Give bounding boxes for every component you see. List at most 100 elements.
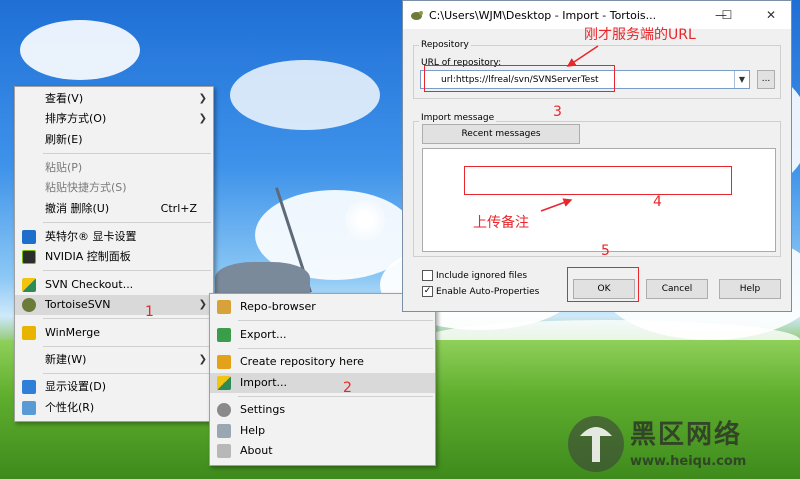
- sun: [345, 200, 385, 240]
- menu-separator: [238, 396, 433, 397]
- desktop-context-menu: 查看(V) ❯ 排序方式(O) ❯ 刷新(E) 粘贴(P) 粘贴快捷方式(S) 撤消…: [14, 86, 214, 422]
- menu-separator: [43, 373, 211, 374]
- repository-group-label: Repository: [419, 40, 471, 50]
- enable-auto-props-label: Enable Auto-Properties: [436, 287, 540, 297]
- menu-item-new[interactable]: 新建(W) ❯: [15, 350, 213, 370]
- import-icon: [217, 376, 231, 390]
- menu-item-label: Help: [240, 424, 266, 437]
- menu-item-label: 英特尔® 显卡设置: [45, 230, 137, 243]
- winmerge-icon: [22, 326, 36, 340]
- about-icon: [217, 444, 231, 458]
- menu-item-label: 粘贴快捷方式(S): [45, 181, 127, 194]
- menu-item-paste[interactable]: 粘贴(P): [15, 158, 213, 178]
- repo-browser-icon: [217, 300, 231, 314]
- menu-item-winmerge[interactable]: WinMerge: [15, 323, 213, 343]
- import-message-group-label: Import message: [419, 113, 497, 123]
- close-button[interactable]: ✕: [761, 7, 781, 23]
- include-ignored-label: Include ignored files: [436, 271, 528, 281]
- chevron-right-icon: ❯: [198, 299, 207, 310]
- menu-item-help[interactable]: Help: [210, 421, 435, 441]
- menu-item-about[interactable]: About: [210, 441, 435, 461]
- maximize-button[interactable]: ☐: [717, 7, 737, 23]
- menu-item-label: NVIDIA 控制面板: [45, 250, 131, 263]
- menu-item-label: 个性化(R): [45, 401, 95, 414]
- menu-item-refresh[interactable]: 刷新(E): [15, 130, 213, 150]
- menu-item-tortoisesvn[interactable]: TortoiseSVN ❯: [15, 295, 213, 315]
- menu-item-intel-graphics[interactable]: 英特尔® 显卡设置: [15, 227, 213, 247]
- shortcut-label: Ctrl+Z: [160, 202, 197, 215]
- chevron-right-icon: ❯: [198, 113, 207, 124]
- enable-auto-props-checkbox[interactable]: ✓: [422, 286, 433, 297]
- url-highlight-box: [424, 65, 615, 92]
- chevron-right-icon: ❯: [198, 354, 207, 365]
- menu-item-label: Export...: [240, 328, 287, 341]
- menu-item-label: 显示设置(D): [45, 380, 107, 393]
- menu-item-label: Create repository here: [240, 355, 364, 368]
- create-repo-icon: [217, 355, 231, 369]
- help-icon: [217, 424, 231, 438]
- menu-item-display-settings[interactable]: 显示设置(D): [15, 377, 213, 397]
- menu-separator: [238, 348, 433, 349]
- message-textarea[interactable]: [422, 148, 776, 252]
- recent-messages-button[interactable]: Recent messages: [422, 124, 580, 144]
- menu-item-label: 查看(V): [45, 92, 84, 105]
- intel-graphics-icon: [22, 230, 36, 244]
- menu-item-label: 撤消 删除(U): [45, 202, 110, 215]
- annotation-number: 3: [553, 104, 562, 120]
- ok-highlight-box: [567, 267, 639, 302]
- annotation-number: 4: [653, 194, 662, 210]
- menu-separator: [43, 153, 211, 154]
- tortoisesvn-submenu: Repo-browser Export... Create repository…: [209, 293, 436, 466]
- nvidia-icon: [22, 250, 36, 264]
- annotation-number: 2: [343, 380, 352, 396]
- browse-button[interactable]: ...: [757, 70, 775, 89]
- menu-item-label: TortoiseSVN: [45, 298, 111, 311]
- menu-item-personalize[interactable]: 个性化(R): [15, 398, 213, 418]
- menu-separator: [43, 346, 211, 347]
- menu-item-label: Settings: [240, 403, 286, 416]
- menu-item-sort[interactable]: 排序方式(O) ❯: [15, 109, 213, 129]
- menu-item-settings[interactable]: Settings: [210, 400, 435, 420]
- menu-item-label: 排序方式(O): [45, 112, 107, 125]
- menu-item-view[interactable]: 查看(V) ❯: [15, 89, 213, 109]
- include-ignored-checkbox[interactable]: [422, 270, 433, 281]
- annotation-number: 5: [601, 243, 610, 259]
- settings-icon: [217, 403, 231, 417]
- menu-item-label: About: [240, 444, 273, 457]
- import-dialog: C:\Users\WJM\Desktop - Import - Tortois.…: [402, 0, 792, 312]
- menu-item-undo-delete[interactable]: 撤消 删除(U) Ctrl+Z: [15, 199, 213, 219]
- tortoisesvn-icon: [22, 298, 36, 312]
- help-button[interactable]: Help: [719, 279, 781, 299]
- menu-item-svn-checkout[interactable]: SVN Checkout...: [15, 275, 213, 295]
- tortoisesvn-icon: [411, 11, 423, 20]
- svn-checkout-icon: [22, 278, 36, 292]
- watermark-logo-icon: [568, 416, 624, 472]
- watermark-text: 黑区网络: [630, 420, 743, 450]
- menu-separator: [43, 222, 211, 223]
- personalize-icon: [22, 401, 36, 415]
- menu-item-label: 粘贴(P): [45, 161, 83, 174]
- menu-item-label: WinMerge: [45, 326, 100, 339]
- menu-item-label: Import...: [240, 376, 287, 389]
- menu-item-label: SVN Checkout...: [45, 278, 134, 291]
- annotation-number: 1: [145, 304, 154, 320]
- dialog-title: C:\Users\WJM\Desktop - Import - Tortois.…: [429, 9, 657, 22]
- menu-item-import[interactable]: Import...: [210, 373, 435, 393]
- menu-item-label: 新建(W): [45, 353, 87, 366]
- menu-item-nvidia[interactable]: NVIDIA 控制面板: [15, 247, 213, 267]
- menu-item-create-repo[interactable]: Create repository here: [210, 352, 435, 372]
- cancel-button[interactable]: Cancel: [646, 279, 708, 299]
- chevron-down-icon[interactable]: ▼: [734, 71, 749, 88]
- menu-item-label: Repo-browser: [240, 300, 316, 313]
- export-icon: [217, 328, 231, 342]
- watermark: 黑区网络 www.heiqu.com: [566, 410, 800, 479]
- menu-item-paste-shortcut[interactable]: 粘贴快捷方式(S): [15, 178, 213, 198]
- menu-separator: [43, 318, 211, 319]
- watermark-url: www.heiqu.com: [630, 454, 747, 469]
- menu-item-label: 刷新(E): [45, 133, 83, 146]
- menu-separator: [238, 320, 433, 321]
- chevron-right-icon: ❯: [198, 93, 207, 104]
- annotation-url-note: 刚才服务端的URL: [584, 27, 696, 43]
- menu-item-export[interactable]: Export...: [210, 325, 435, 345]
- menu-separator: [43, 270, 211, 271]
